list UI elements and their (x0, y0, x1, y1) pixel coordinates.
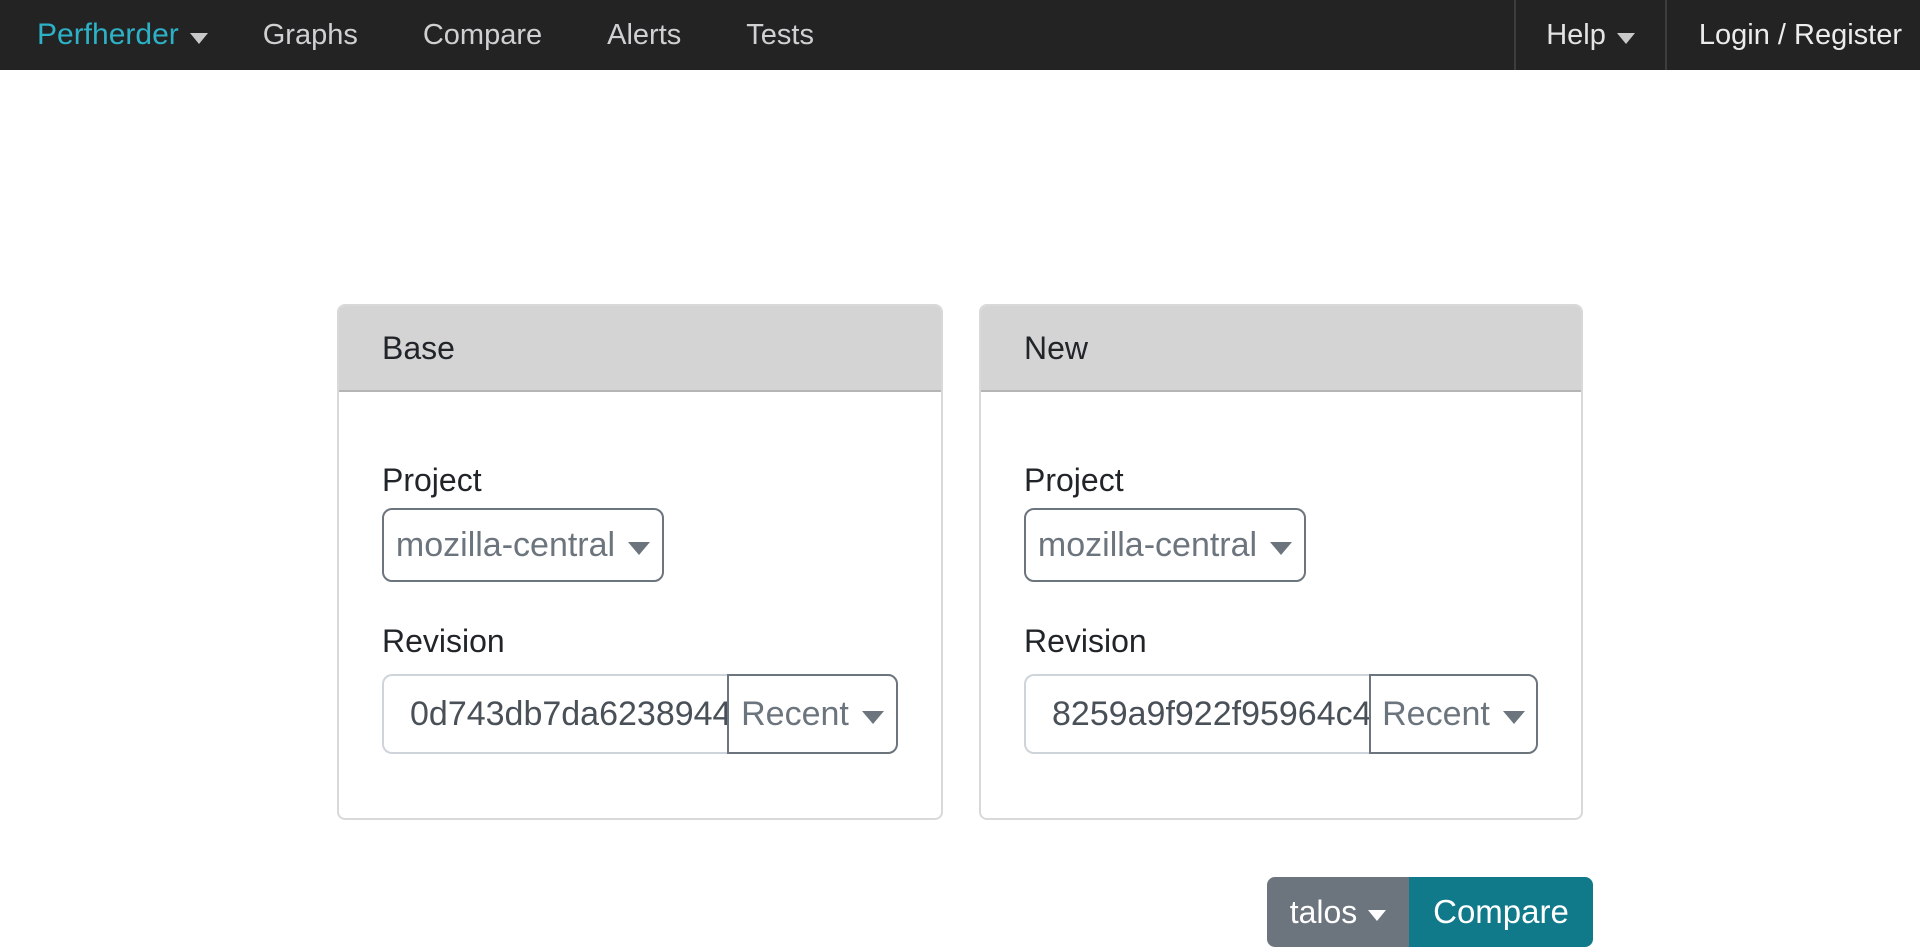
nav-item-alerts[interactable]: Alerts (607, 19, 681, 52)
chevron-down-icon (628, 542, 650, 555)
help-label: Help (1546, 19, 1606, 52)
base-revision-group: Recent (382, 674, 898, 754)
new-card: New Project mozilla-central Revision Rec… (979, 304, 1583, 820)
perfherder-brand-label: Perfherder (37, 18, 179, 52)
new-project-label: Project (1024, 461, 1538, 499)
base-recent-dropdown[interactable]: Recent (727, 674, 898, 754)
base-revision-input[interactable] (382, 674, 727, 754)
base-card-header: Base (339, 306, 941, 392)
new-card-header: New (981, 306, 1581, 392)
base-revision-label: Revision (382, 622, 898, 660)
nav-item-compare[interactable]: Compare (423, 19, 542, 52)
new-project-dropdown[interactable]: mozilla-central (1024, 508, 1306, 582)
nav-item-graphs[interactable]: Graphs (263, 19, 358, 52)
new-recent-dropdown[interactable]: Recent (1369, 674, 1538, 754)
new-card-title: New (1024, 330, 1088, 367)
framework-label: talos (1290, 894, 1358, 931)
base-project-dropdown[interactable]: mozilla-central (382, 508, 664, 582)
compare-actions: talos Compare (1267, 877, 1593, 947)
chevron-down-icon (1270, 542, 1292, 555)
perfherder-compare-page: Perfherder Graphs Compare Alerts Tests H… (0, 0, 1920, 948)
new-card-body: Project mozilla-central Revision Recent (981, 392, 1581, 754)
new-recent-label: Recent (1382, 695, 1490, 734)
help-menu[interactable]: Help (1516, 0, 1665, 70)
compare-button[interactable]: Compare (1409, 877, 1593, 947)
chevron-down-icon (862, 711, 884, 724)
login-register-link[interactable]: Login / Register (1667, 19, 1920, 52)
framework-dropdown[interactable]: talos (1267, 877, 1409, 947)
compare-button-label: Compare (1433, 893, 1569, 931)
chevron-down-icon (190, 33, 208, 44)
navbar: Perfherder Graphs Compare Alerts Tests H… (0, 0, 1920, 70)
chevron-down-icon (1368, 910, 1386, 921)
navbar-right-group: Help Login / Register (1514, 0, 1920, 70)
base-project-value: mozilla-central (396, 526, 615, 565)
new-revision-group: Recent (1024, 674, 1538, 754)
base-recent-label: Recent (741, 695, 849, 734)
chevron-down-icon (1617, 33, 1635, 44)
new-project-value: mozilla-central (1038, 526, 1257, 565)
base-card-body: Project mozilla-central Revision Recent (339, 392, 941, 754)
nav-item-tests[interactable]: Tests (746, 19, 814, 52)
navbar-left-group: Perfherder Graphs Compare Alerts Tests (0, 0, 879, 70)
base-card: Base Project mozilla-central Revision Re… (337, 304, 943, 820)
new-revision-label: Revision (1024, 622, 1538, 660)
base-card-title: Base (382, 330, 455, 367)
base-project-label: Project (382, 461, 898, 499)
new-revision-input[interactable] (1024, 674, 1369, 754)
perfherder-brand-menu[interactable]: Perfherder (37, 18, 208, 52)
chevron-down-icon (1503, 711, 1525, 724)
